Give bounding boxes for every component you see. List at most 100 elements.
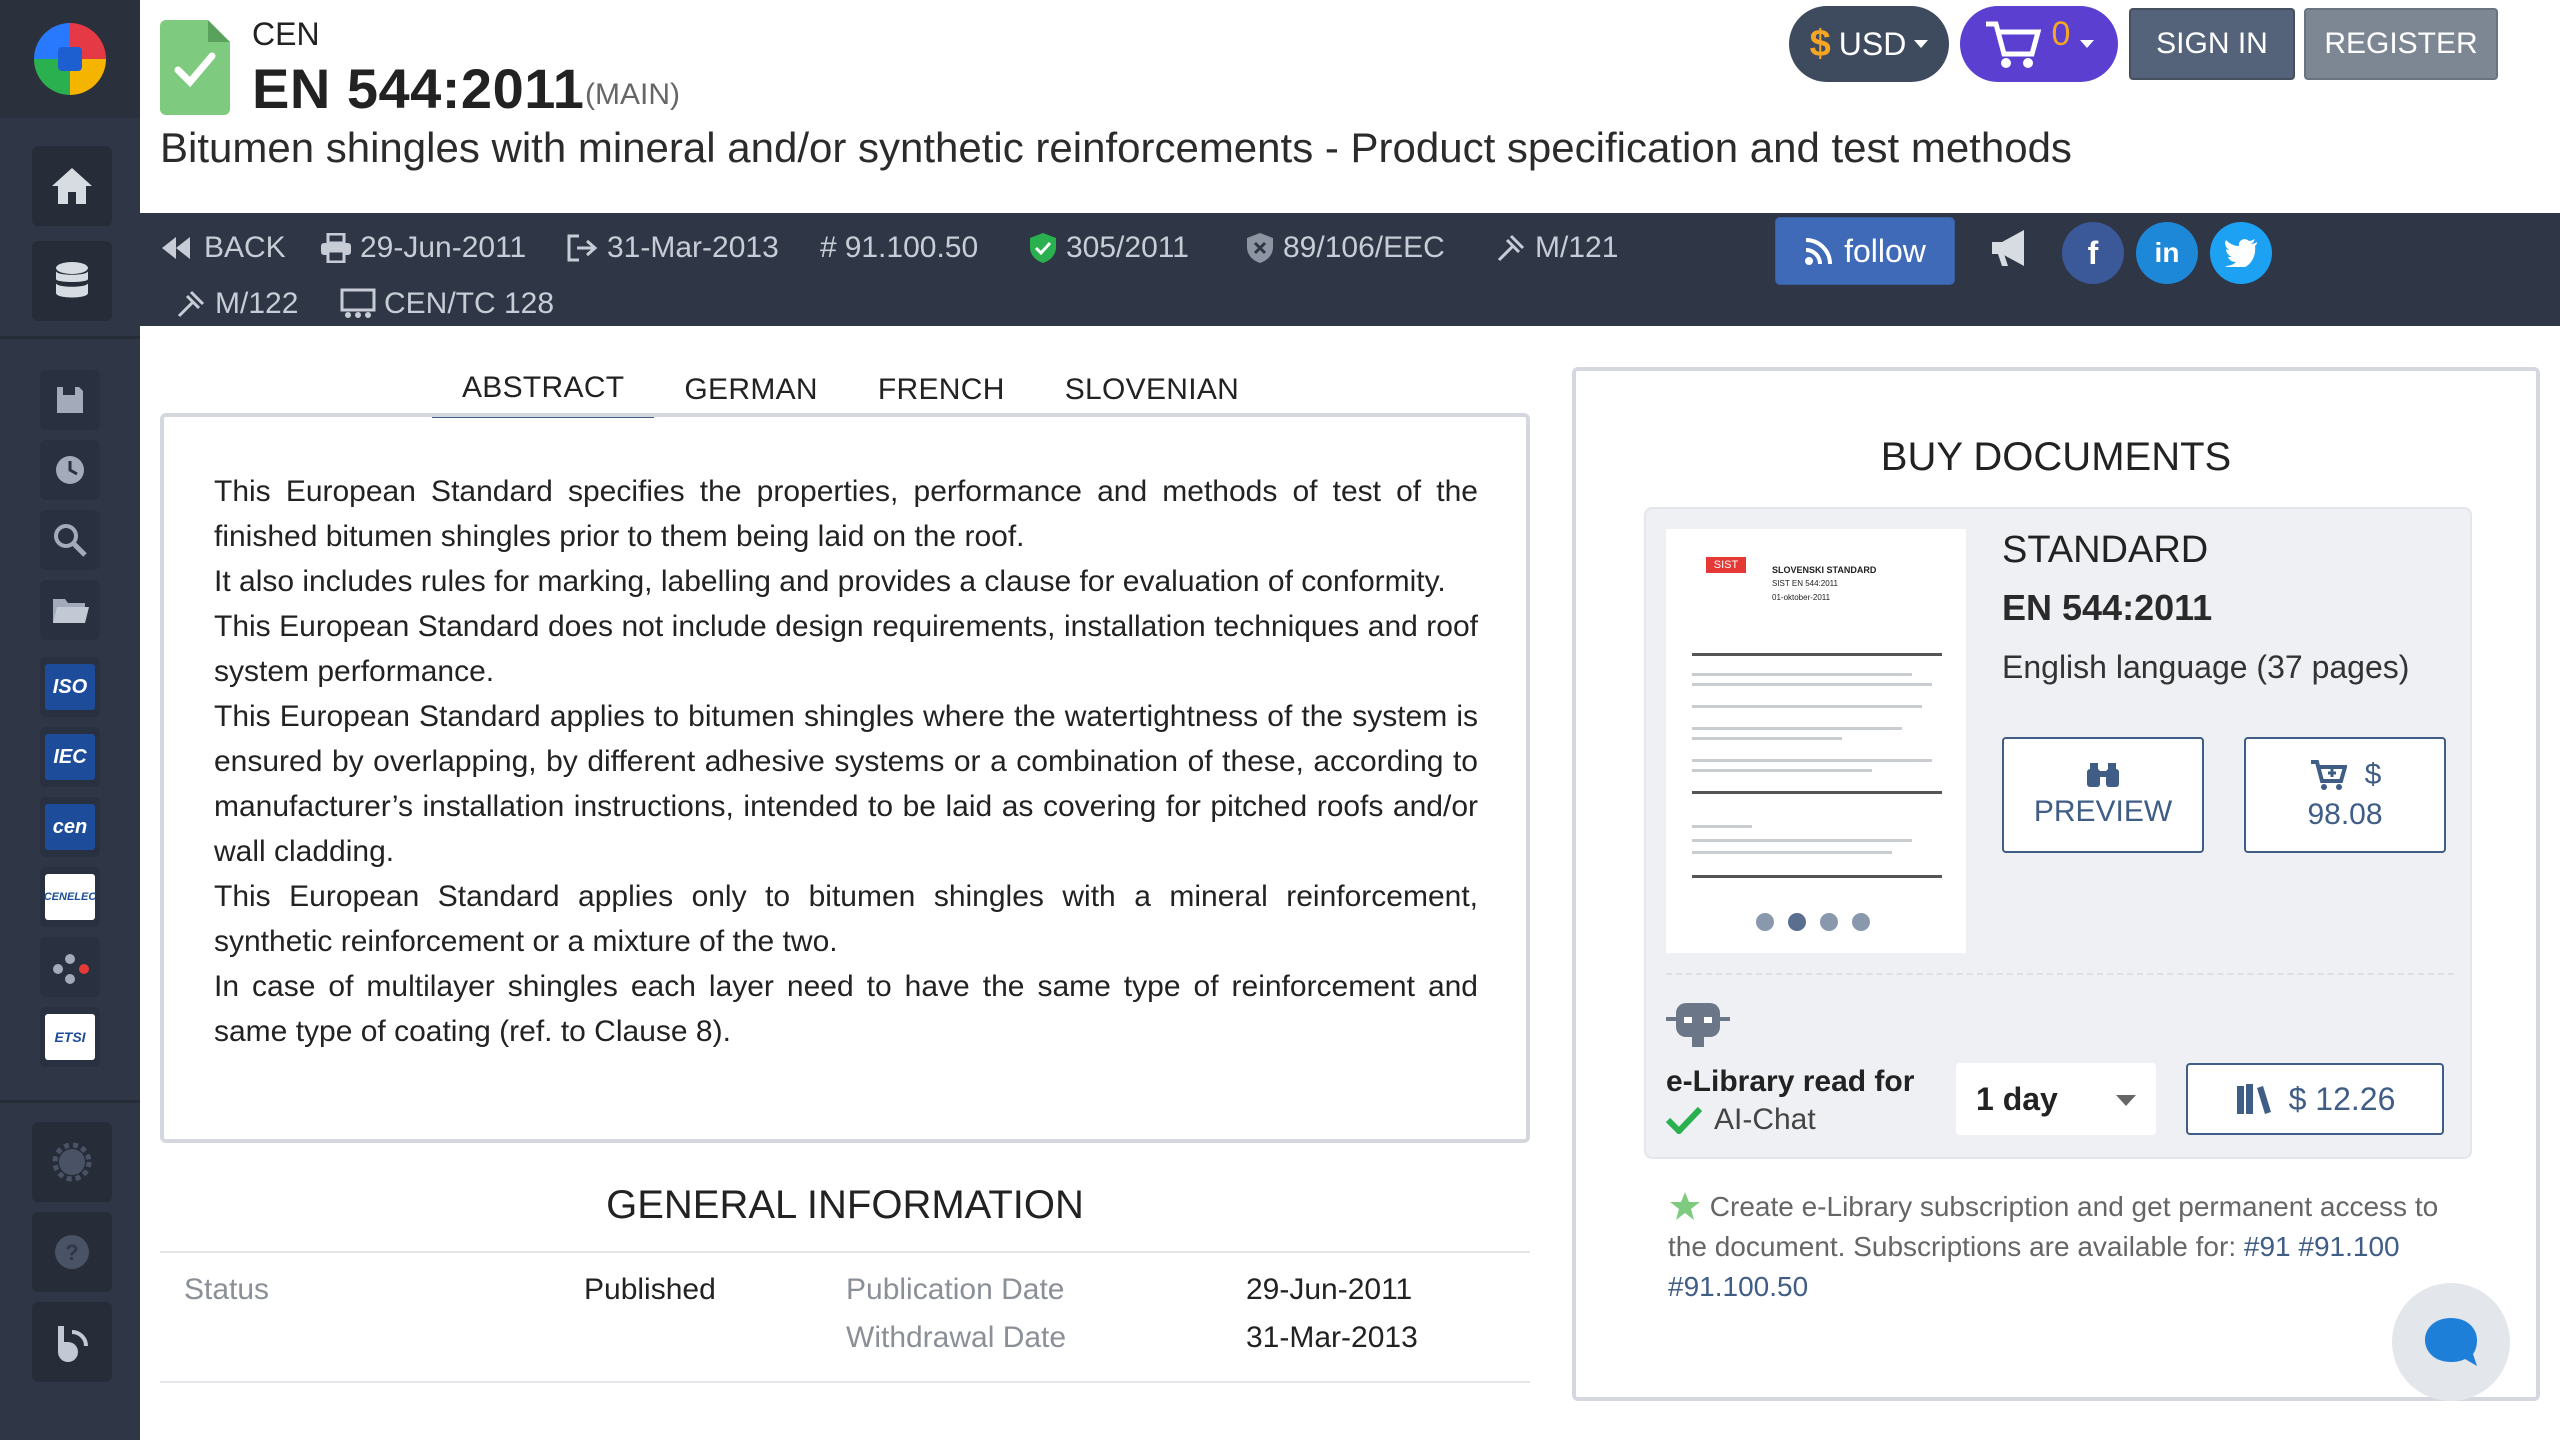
mandate-link[interactable]: M/121 <box>1495 231 1618 265</box>
search-button[interactable] <box>40 510 100 570</box>
thumb-line <box>1692 705 1922 708</box>
ics-link[interactable]: #91 <box>2244 1231 2291 1262</box>
committee-link[interactable]: CEN/TC 128 <box>340 287 554 321</box>
divider <box>160 1251 1530 1253</box>
ics-link[interactable]: # 91.100.50 <box>820 231 978 265</box>
twitter-button[interactable] <box>2210 222 2272 284</box>
buy-button[interactable]: $ 98.08 <box>2244 737 2446 853</box>
rental-period-select[interactable]: 1 day <box>1956 1063 2156 1135</box>
ai-chat-label: AI-Chat <box>1714 1103 1816 1136</box>
printer-icon <box>321 233 351 263</box>
check-icon <box>1666 1106 1702 1134</box>
document-thumbnail[interactable]: SIST SLOVENSKI STANDARD SIST EN 544:2011… <box>1666 529 1966 953</box>
ics-code: 91.100.50 <box>844 231 979 264</box>
buy-documents-panel: BUY DOCUMENTS SIST SLOVENSKI STANDARD SI… <box>1572 367 2540 1401</box>
abstract-paragraph: It also includes rules for marking, labe… <box>214 565 1446 598</box>
organization-label: CEN <box>252 16 320 52</box>
sign-out-icon <box>567 234 598 262</box>
help-button[interactable]: ? <box>32 1212 112 1292</box>
tab-abstract[interactable]: ABSTRACT <box>432 362 655 418</box>
pager-dot[interactable] <box>1756 913 1774 931</box>
document-status-icon <box>160 20 230 115</box>
directive-link[interactable]: 89/106/EEC <box>1245 231 1445 265</box>
pager-dot[interactable] <box>1788 913 1806 931</box>
cenelec-link[interactable]: CENELEC <box>40 867 100 927</box>
thumb-line <box>1692 851 1892 854</box>
follow-button[interactable]: follow <box>1775 217 1955 285</box>
thumb-line <box>1692 759 1932 762</box>
cenelec-badge: CENELEC <box>44 874 96 920</box>
pager-dot[interactable] <box>1820 913 1838 931</box>
back-label: BACK <box>204 231 286 264</box>
pager-dot[interactable] <box>1852 913 1870 931</box>
database-button[interactable] <box>32 241 112 321</box>
iec-badge: IEC <box>45 734 95 780</box>
thumb-line <box>1692 737 1842 740</box>
cen-link[interactable]: cen <box>40 797 100 857</box>
register-button[interactable]: REGISTER <box>2304 8 2498 80</box>
iec-link[interactable]: IEC <box>40 727 100 787</box>
tab-slovenian[interactable]: SLOVENIAN <box>1035 362 1269 418</box>
app-logo[interactable] <box>34 23 106 95</box>
history-button[interactable] <box>40 440 100 500</box>
currency-dropdown[interactable]: $ USD <box>1789 6 1949 82</box>
cart-plus-icon <box>2310 760 2347 790</box>
document-code: EN 544:2011 <box>2002 587 2213 628</box>
divider <box>1666 973 2454 975</box>
thumbnail-pager <box>1756 913 1870 931</box>
search-icon <box>54 524 87 557</box>
thumb-date: 01-oktober-2011 <box>1772 593 1831 602</box>
blog-button[interactable] <box>32 1302 112 1382</box>
sidebar: ISO IEC cen CENELEC ETSI ? <box>0 0 140 1440</box>
folder-button[interactable] <box>40 580 100 640</box>
saved-button[interactable] <box>40 370 100 430</box>
dots-icon <box>53 954 89 984</box>
mandate-link[interactable]: M/122 <box>175 287 298 321</box>
sign-in-button[interactable]: SIGN IN <box>2129 8 2295 80</box>
logo-area[interactable] <box>0 0 140 118</box>
settings-button[interactable] <box>32 1122 112 1202</box>
facebook-button[interactable]: f <box>2062 222 2124 284</box>
regulation-code: 305/2011 <box>1066 231 1189 264</box>
rental-period-value: 1 day <box>1976 1080 2058 1117</box>
dollar-icon: $ <box>1809 22 1831 65</box>
chat-widget-button[interactable] <box>2392 1283 2510 1401</box>
etsi-badge: ETSI <box>45 1014 95 1060</box>
dollar-sign: $ <box>2364 758 2382 791</box>
currency-label: USD <box>1838 25 1907 62</box>
facebook-icon: f <box>2087 234 2099 271</box>
metadata-bar: BACK 29-Jun-2011 31-Mar-2013 # 91.100.50… <box>140 213 2560 326</box>
svg-text:?: ? <box>65 1240 78 1265</box>
iso-link[interactable]: ISO <box>40 657 100 717</box>
save-icon <box>57 387 83 413</box>
database-icon <box>56 262 88 298</box>
linkedin-button[interactable]: in <box>2136 222 2198 284</box>
publication-date-item: 29-Jun-2011 <box>320 231 526 265</box>
home-button[interactable] <box>32 146 112 226</box>
preview-button[interactable]: PREVIEW <box>2002 737 2204 853</box>
elibrary-buy-button[interactable]: $ 12.26 <box>2186 1063 2444 1135</box>
document-language: English language (37 pages) <box>2002 649 2410 685</box>
cart-button[interactable]: 0 <box>1960 6 2118 82</box>
thumb-line <box>1692 839 1912 842</box>
ics-link[interactable]: #91.100 <box>2298 1231 2399 1262</box>
ics-link[interactable]: #91.100.50 <box>1668 1271 1808 1302</box>
buy-icons: $ <box>2309 758 2382 792</box>
megaphone-icon <box>1992 230 2024 266</box>
tab-german[interactable]: GERMAN <box>654 362 847 418</box>
thumb-rule <box>1692 653 1942 656</box>
buy-documents-title: BUY DOCUMENTS <box>1880 435 2232 479</box>
shield-check-icon <box>1030 233 1056 263</box>
rss-icon <box>1805 238 1833 265</box>
tab-french[interactable]: FRENCH <box>848 362 1035 418</box>
announce-button[interactable] <box>1990 228 2034 273</box>
back-link[interactable]: BACK <box>160 231 286 265</box>
mandate-code: M/121 <box>1535 231 1619 264</box>
ai-chat-feature: AI-Chat <box>1666 1103 1816 1137</box>
other-standards-link[interactable] <box>40 937 100 997</box>
regulation-link[interactable]: 305/2011 <box>1028 231 1189 265</box>
publication-date-value: 29-Jun-2011 <box>1246 1273 1413 1306</box>
etsi-link[interactable]: ETSI <box>40 1007 100 1067</box>
preview-label: PREVIEW <box>2033 795 2173 828</box>
thumb-line <box>1692 727 1902 730</box>
